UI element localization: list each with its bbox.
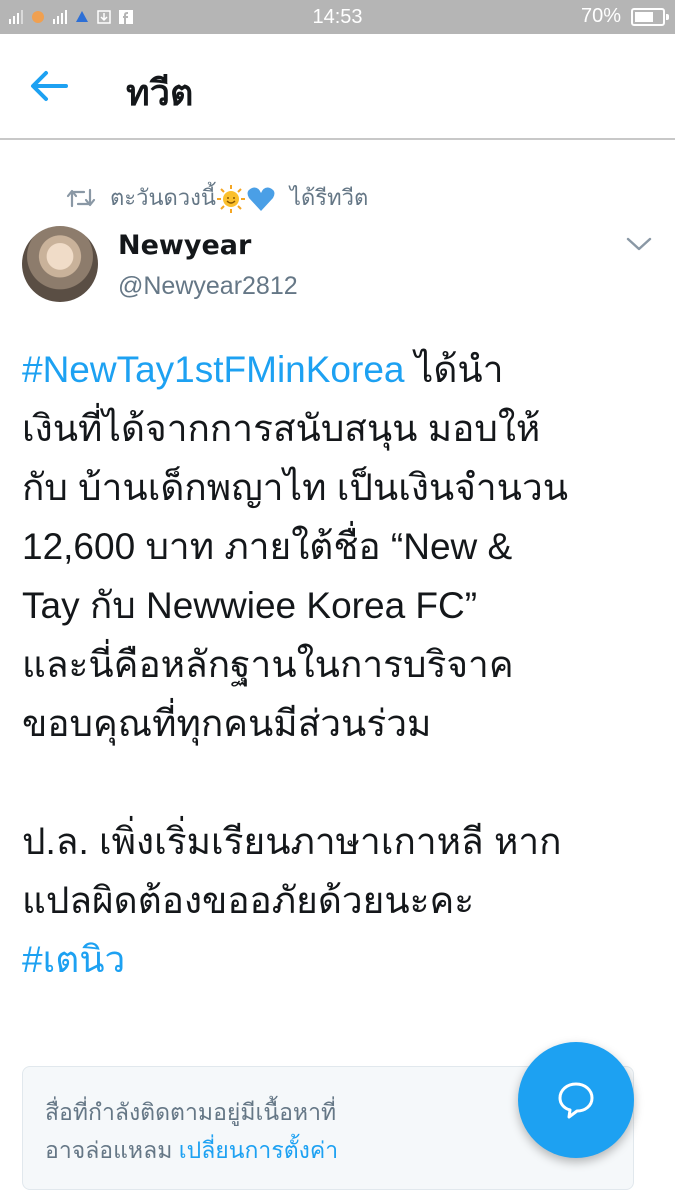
- retweet-context[interactable]: ตะวันดวงนี้ ได้รีทวีต: [66, 180, 368, 215]
- hashtag-link-2[interactable]: #เตนิว: [22, 939, 125, 980]
- reply-fab-button[interactable]: [518, 1042, 634, 1158]
- status-icons-right: 70%: [580, 5, 669, 28]
- tweet-line-10: #เตนิว: [22, 930, 662, 989]
- notice-text-2: อาจล่อแหลม: [45, 1137, 179, 1163]
- tweet-line-6: และนี่คือหลักฐานในการบริจาค: [22, 644, 514, 685]
- tweet-line-1: #NewTay1stFMinKorea ได้นำ: [22, 340, 662, 399]
- tweet-line-2: เงินที่ได้จากการสนับสนุน มอบให้: [22, 408, 541, 449]
- tweet-line-3: กับ บ้านเด็กพญาไท เป็นเงินจำนวน: [22, 467, 569, 508]
- chevron-down-icon[interactable]: [624, 234, 654, 254]
- sun-emoji: [216, 185, 245, 213]
- battery-percent: 70%: [580, 5, 621, 27]
- back-arrow-icon[interactable]: [26, 68, 70, 104]
- battery-level: [635, 11, 653, 22]
- blue-heart-emoji: [247, 187, 275, 211]
- tweet-line-8: ป.ล. เพิ่งเริ่มเรียนภาษาเกาหลี หาก: [22, 821, 562, 862]
- change-settings-link[interactable]: เปลี่ยนการตั้งค่า: [179, 1137, 338, 1163]
- tweet-line-4: 12,600 บาท ภายใต้ชื่อ “New &: [22, 526, 513, 567]
- tweet-line-1-text: ได้นำ: [404, 349, 504, 390]
- author-name[interactable]: Newyear: [118, 230, 251, 261]
- author-handle[interactable]: @Newyear2812: [118, 272, 298, 301]
- avatar[interactable]: [22, 226, 98, 302]
- retweet-icon: [66, 188, 96, 207]
- retweet-action: ได้รีทวีต: [289, 186, 369, 211]
- tweet-line-9: แปลผิดต้องขออภัยด้วยนะคะ: [22, 880, 475, 921]
- battery-icon: [631, 7, 669, 26]
- hashtag-link[interactable]: #NewTay1stFMinKorea: [22, 349, 404, 390]
- compose-reply-icon: [558, 1082, 594, 1119]
- notice-line-2: อาจล่อแหลม เปลี่ยนการตั้งค่า: [45, 1131, 611, 1169]
- app-header: ทวีต: [0, 34, 675, 140]
- clock: 14:53: [312, 6, 363, 28]
- retweeter-name: ตะวันดวงนี้: [110, 186, 216, 211]
- tweet-text: #NewTay1stFMinKorea ได้นำ เงินที่ได้จากก…: [22, 340, 662, 989]
- status-bar: 14:53 70%: [0, 0, 675, 34]
- page-title: ทวีต: [126, 73, 194, 114]
- tweet-line-5: Tay กับ Newwiee Korea FC”: [22, 585, 478, 626]
- tweet-line-7: ขอบคุณที่ทุกคนมีส่วนร่วม: [22, 703, 432, 744]
